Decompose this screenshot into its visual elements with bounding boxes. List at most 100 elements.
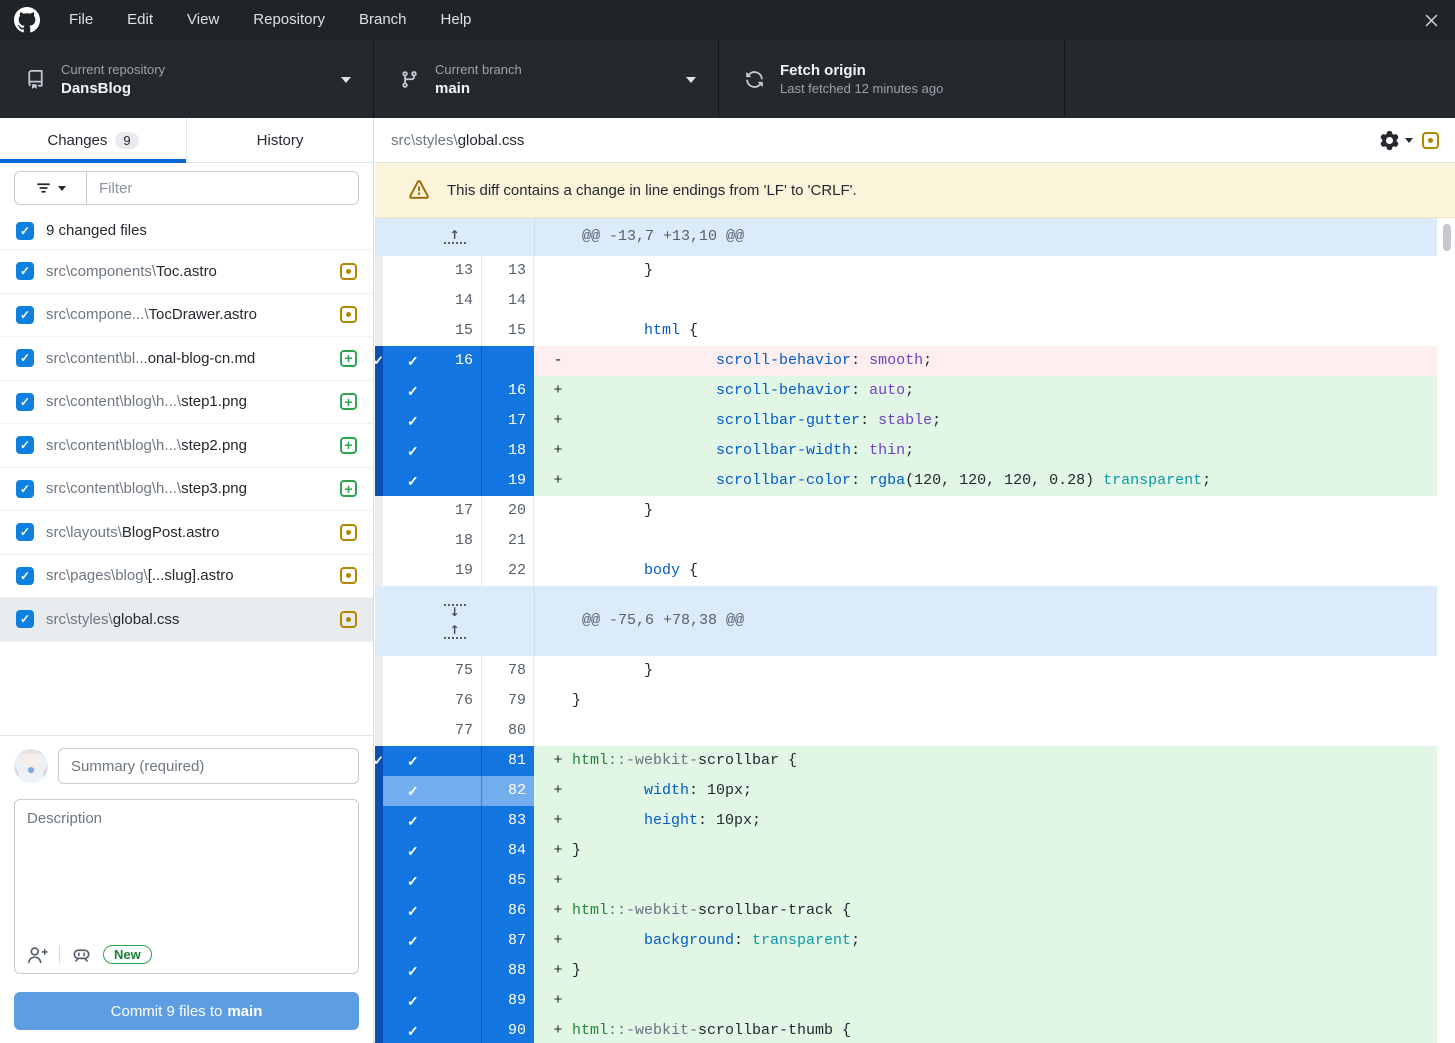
old-line-number[interactable]: 14 bbox=[383, 286, 482, 316]
hunk-select-strip[interactable] bbox=[375, 286, 383, 316]
new-line-number[interactable]: 81 bbox=[482, 746, 534, 776]
menu-file[interactable]: File bbox=[52, 0, 110, 40]
hunk-select-strip[interactable] bbox=[375, 926, 383, 956]
file-row[interactable]: ✓src\layouts\BlogPost.astro bbox=[0, 511, 373, 555]
expand-up-icon[interactable]: ↑ bbox=[444, 230, 466, 244]
old-line-number[interactable]: ✓ bbox=[383, 806, 482, 836]
hunk-select-strip[interactable] bbox=[375, 256, 383, 286]
menu-repository[interactable]: Repository bbox=[236, 0, 342, 40]
new-line-number[interactable]: 16 bbox=[482, 376, 534, 406]
old-line-number[interactable]: ✓ bbox=[383, 956, 482, 986]
old-line-number[interactable]: 76 bbox=[383, 686, 482, 716]
copilot-icon[interactable] bbox=[71, 946, 92, 964]
old-line-number[interactable]: 18 bbox=[383, 526, 482, 556]
hunk-select-strip[interactable] bbox=[375, 496, 383, 526]
old-line-number[interactable]: 13 bbox=[383, 256, 482, 286]
hunk-select-strip[interactable] bbox=[375, 656, 383, 686]
file-checkbox[interactable]: ✓ bbox=[16, 262, 34, 280]
close-button[interactable] bbox=[1408, 0, 1455, 40]
new-line-number[interactable]: 83 bbox=[482, 806, 534, 836]
file-checkbox[interactable]: ✓ bbox=[16, 610, 34, 628]
menu-branch[interactable]: Branch bbox=[342, 0, 424, 40]
hunk-select-strip[interactable]: ✓ bbox=[375, 746, 383, 776]
old-line-number[interactable]: ✓ bbox=[383, 406, 482, 436]
new-line-number[interactable]: 17 bbox=[482, 406, 534, 436]
new-line-number[interactable]: 15 bbox=[482, 316, 534, 346]
new-line-number[interactable]: 14 bbox=[482, 286, 534, 316]
new-line-number[interactable]: 78 bbox=[482, 656, 534, 686]
new-line-number[interactable]: 20 bbox=[482, 496, 534, 526]
hunk-select-strip[interactable] bbox=[375, 436, 383, 466]
old-line-number[interactable]: 15 bbox=[383, 316, 482, 346]
old-line-number[interactable]: 17 bbox=[383, 496, 482, 526]
file-checkbox[interactable]: ✓ bbox=[16, 306, 34, 324]
hunk-select-strip[interactable] bbox=[375, 466, 383, 496]
file-checkbox[interactable]: ✓ bbox=[16, 523, 34, 541]
old-line-number[interactable]: ✓ bbox=[383, 896, 482, 926]
new-line-number[interactable]: 22 bbox=[482, 556, 534, 586]
menu-help[interactable]: Help bbox=[424, 0, 489, 40]
new-line-number[interactable]: 82 bbox=[482, 776, 534, 806]
file-checkbox[interactable]: ✓ bbox=[16, 393, 34, 411]
menu-view[interactable]: View bbox=[170, 0, 236, 40]
old-line-number[interactable]: ✓ bbox=[383, 746, 482, 776]
hunk-select-strip[interactable] bbox=[375, 836, 383, 866]
menu-edit[interactable]: Edit bbox=[110, 0, 170, 40]
new-line-number[interactable]: 88 bbox=[482, 956, 534, 986]
old-line-number[interactable]: ✓ bbox=[383, 436, 482, 466]
new-line-number[interactable]: 13 bbox=[482, 256, 534, 286]
current-repository-button[interactable]: Current repository DansBlog bbox=[0, 40, 374, 118]
old-line-number[interactable]: ✓ bbox=[383, 776, 482, 806]
old-line-number[interactable]: 75 bbox=[383, 656, 482, 686]
new-line-number[interactable]: 80 bbox=[482, 716, 534, 746]
add-coauthor-icon[interactable] bbox=[27, 946, 48, 964]
file-row[interactable]: ✓src\components\Toc.astro bbox=[0, 250, 373, 294]
hunk-select-strip[interactable] bbox=[375, 686, 383, 716]
hunk-select-strip[interactable] bbox=[375, 806, 383, 836]
file-checkbox[interactable]: ✓ bbox=[16, 567, 34, 585]
select-all-checkbox[interactable]: ✓ bbox=[16, 222, 34, 240]
new-line-number[interactable]: 21 bbox=[482, 526, 534, 556]
hunk-select-strip[interactable] bbox=[375, 316, 383, 346]
hunk-select-strip[interactable] bbox=[375, 866, 383, 896]
current-branch-button[interactable]: Current branch main bbox=[374, 40, 719, 118]
hunk-select-strip[interactable] bbox=[375, 956, 383, 986]
commit-description-input[interactable] bbox=[15, 800, 358, 928]
hunk-select-strip[interactable]: ✓ bbox=[375, 346, 383, 376]
hunk-select-strip[interactable] bbox=[375, 376, 383, 406]
file-row[interactable]: ✓src\content\blog\h...\step1.png+ bbox=[0, 381, 373, 425]
file-row[interactable]: ✓src\content\bl...onal-blog-cn.md+ bbox=[0, 337, 373, 381]
new-line-number[interactable]: 19 bbox=[482, 466, 534, 496]
hunk-select-strip[interactable] bbox=[375, 896, 383, 926]
minimize-button[interactable] bbox=[1314, 0, 1361, 40]
file-checkbox[interactable]: ✓ bbox=[16, 480, 34, 498]
file-row[interactable]: ✓src\content\blog\h...\step3.png+ bbox=[0, 468, 373, 512]
old-line-number[interactable]: ✓ bbox=[383, 986, 482, 1016]
new-line-number[interactable]: 89 bbox=[482, 986, 534, 1016]
old-line-number[interactable]: ✓ bbox=[383, 376, 482, 406]
diff-scrollbar-thumb[interactable] bbox=[1443, 224, 1451, 251]
commit-summary-input[interactable] bbox=[58, 748, 359, 784]
tab-changes[interactable]: Changes 9 bbox=[0, 118, 187, 162]
file-row[interactable]: ✓src\content\blog\h...\step2.png+ bbox=[0, 424, 373, 468]
tab-history[interactable]: History bbox=[187, 118, 373, 162]
new-line-number[interactable]: 90 bbox=[482, 1016, 534, 1043]
new-line-number[interactable]: 18 bbox=[482, 436, 534, 466]
old-line-number[interactable]: 19 bbox=[383, 556, 482, 586]
new-line-number[interactable]: 85 bbox=[482, 866, 534, 896]
hunk-select-strip[interactable] bbox=[375, 1016, 383, 1043]
hunk-select-strip[interactable] bbox=[375, 526, 383, 556]
hunk-select-strip[interactable] bbox=[375, 986, 383, 1016]
expand-down-icon[interactable]: ↓ bbox=[444, 604, 466, 618]
old-line-number[interactable]: ✓ bbox=[383, 866, 482, 896]
file-checkbox[interactable]: ✓ bbox=[16, 436, 34, 454]
file-row[interactable]: ✓src\pages\blog\[...slug].astro bbox=[0, 555, 373, 599]
filter-options-button[interactable] bbox=[15, 172, 87, 204]
old-line-number[interactable]: ✓ bbox=[383, 926, 482, 956]
hunk-select-strip[interactable] bbox=[375, 406, 383, 436]
file-row[interactable]: ✓src\styles\global.css bbox=[0, 598, 373, 642]
new-line-number[interactable]: 86 bbox=[482, 896, 534, 926]
filter-input[interactable] bbox=[87, 172, 358, 204]
new-line-number[interactable] bbox=[482, 346, 534, 376]
file-row[interactable]: ✓src\compone...\TocDrawer.astro bbox=[0, 294, 373, 338]
